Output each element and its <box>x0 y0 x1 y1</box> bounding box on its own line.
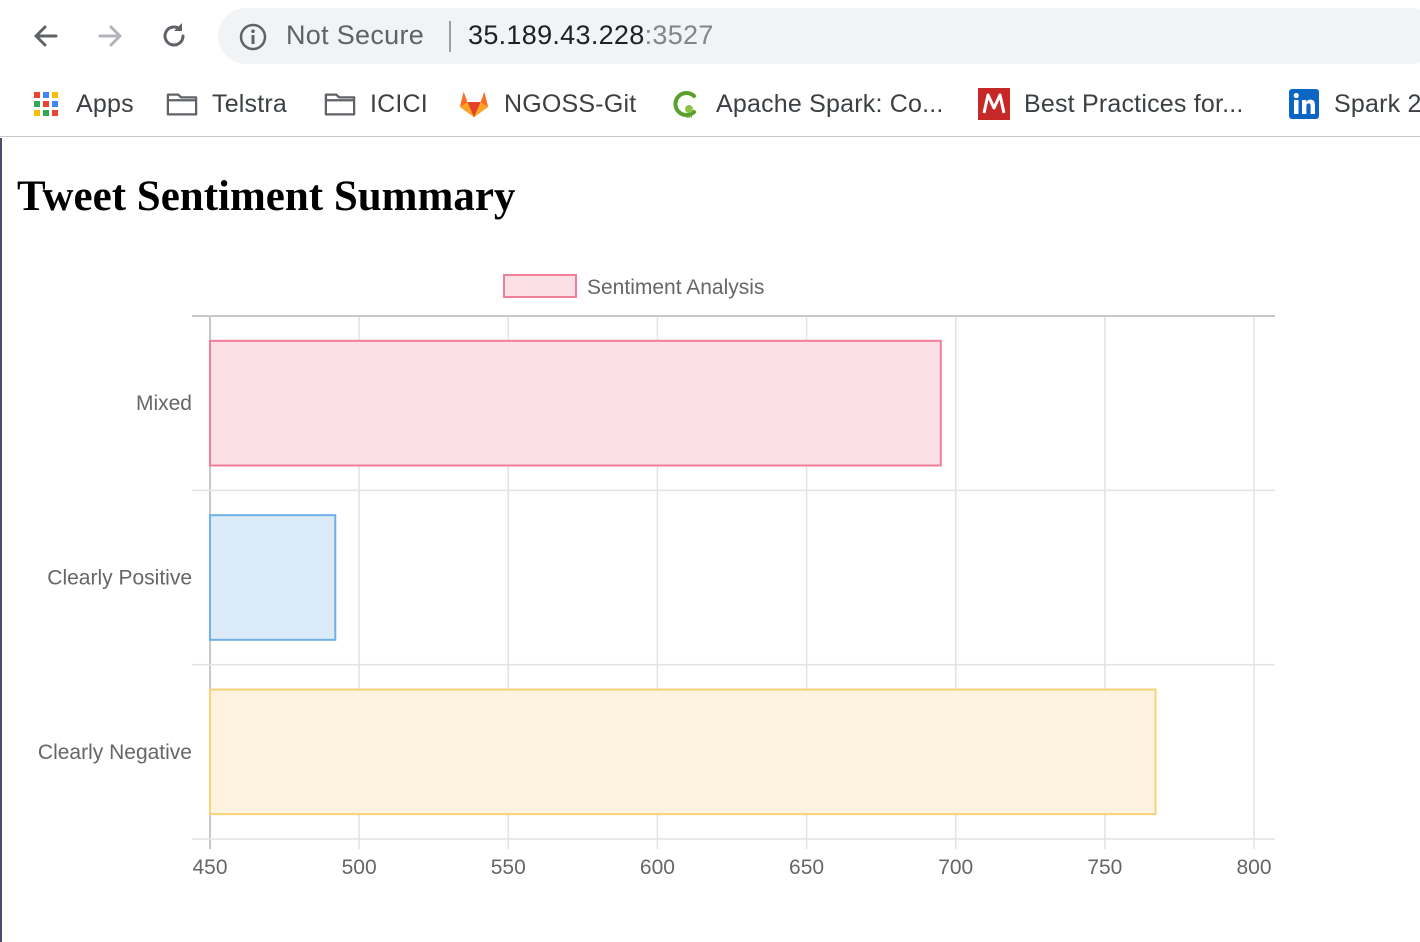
folder-icon <box>166 88 198 120</box>
m-logo-icon <box>978 88 1010 120</box>
back-button[interactable] <box>24 14 68 58</box>
url-text[interactable]: 35.189.43.228:3527 <box>468 20 714 51</box>
x-tick-label: 500 <box>342 856 377 879</box>
arrow-right-icon <box>98 25 122 47</box>
svg-text:ar: ar <box>686 111 693 120</box>
chart-canvas: 450 500 550 600 650 700 750 800 Mixed Clearly Pos… <box>38 274 1275 879</box>
folder-icon <box>324 88 356 120</box>
bookmark-label: Spark 2 <box>1334 89 1420 118</box>
x-tick-label: 700 <box>938 856 973 879</box>
x-tick-label: 650 <box>789 856 824 879</box>
page-title: Tweet Sentiment Summary <box>17 173 516 220</box>
address-divider <box>449 21 451 52</box>
browser-toolbar: Not Secure 35.189.43.228:3527 <box>0 0 1420 72</box>
bookmark-spark-2[interactable]: Spark 2 <box>1288 84 1420 124</box>
bookmark-ngoss-git[interactable]: NGOSS-Git <box>458 84 636 124</box>
bookmark-label: Telstra <box>212 89 288 118</box>
gitlab-fox-icon <box>458 88 490 120</box>
x-tick-label: 800 <box>1236 856 1271 879</box>
bookmark-best-practices[interactable]: Best Practices for... <box>978 84 1244 124</box>
bar-clearly-positive <box>209 514 337 641</box>
info-circle-icon[interactable] <box>238 22 268 52</box>
arrow-left-icon <box>34 25 58 47</box>
spark-site-icon: ar <box>670 88 702 120</box>
reload-icon <box>163 23 185 47</box>
y-category-label: Clearly Negative <box>38 741 192 764</box>
sentiment-bar-chart: 450 500 550 600 650 700 750 800 Mixed Clearly Pos… <box>0 255 1420 895</box>
reload-button[interactable] <box>152 14 196 58</box>
x-tick-label: 550 <box>491 856 526 879</box>
y-category-label: Clearly Positive <box>47 567 192 590</box>
legend-label: Sentiment Analysis <box>587 276 764 299</box>
x-tick-label: 750 <box>1087 856 1122 879</box>
apps-grid-icon <box>30 88 62 120</box>
url-host: 35.189.43.228 <box>468 20 645 50</box>
x-tick-label: 450 <box>192 856 227 879</box>
bookmarks-bar: Apps Telstra ICICI NGOSS-Git ar Apache S… <box>0 72 1420 137</box>
bookmark-telstra[interactable]: Telstra <box>166 84 287 124</box>
forward-button[interactable] <box>88 14 132 58</box>
bar-clearly-negative <box>209 688 1157 816</box>
bookmark-label: Apps <box>76 89 134 118</box>
y-category-label: Mixed <box>136 392 192 415</box>
security-status-label[interactable]: Not Secure <box>286 20 424 51</box>
bookmark-apps[interactable]: Apps <box>30 84 134 124</box>
bookmark-label: Best Practices for... <box>1024 89 1244 118</box>
bookmark-icici[interactable]: ICICI <box>324 84 428 124</box>
bookmark-label: NGOSS-Git <box>504 89 637 118</box>
bar-mixed <box>209 339 942 467</box>
address-bar[interactable]: Not Secure 35.189.43.228:3527 <box>218 8 1420 64</box>
bookmark-label: Apache Spark: Co... <box>716 89 944 118</box>
url-port: :3527 <box>644 20 714 50</box>
linkedin-icon <box>1288 88 1320 120</box>
bookmark-apache-spark[interactable]: ar Apache Spark: Co... <box>670 84 944 124</box>
x-tick-label: 600 <box>640 856 675 879</box>
legend-swatch <box>503 274 577 298</box>
bookmark-label: ICICI <box>370 89 428 118</box>
